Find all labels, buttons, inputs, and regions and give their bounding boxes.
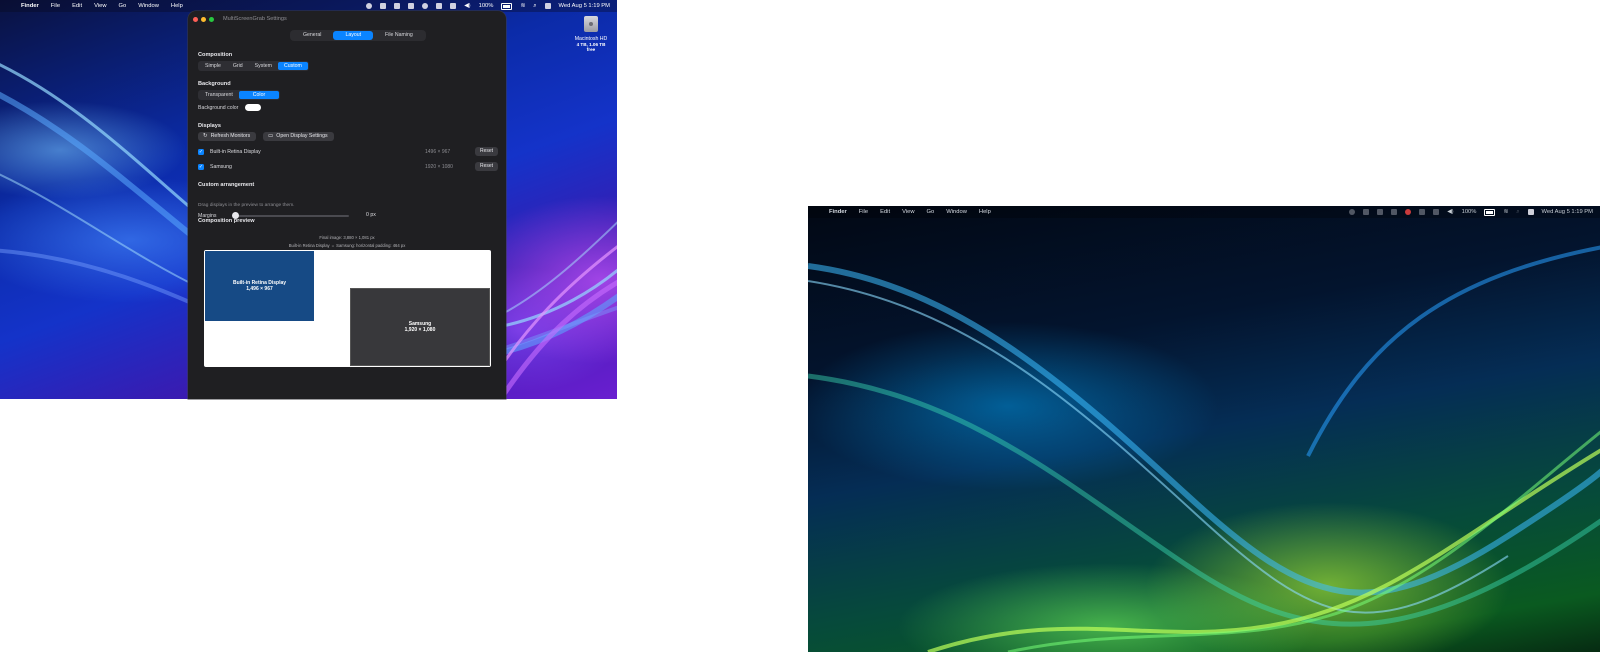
composition-simple[interactable]: Simple xyxy=(199,62,227,70)
settings-window: MultiScreenGrab Settings General Layout … xyxy=(188,11,506,399)
control-center-icon[interactable] xyxy=(1527,209,1534,215)
desktop-right: Finder File Edit View Go Window Help ◀) … xyxy=(808,206,1600,652)
keyboard-icon[interactable] xyxy=(450,3,457,9)
refresh-icon: ↻ xyxy=(203,133,208,139)
status-area-right: ◀) 100% ≋ ⌕ Wed Aug 5 1:19 PM xyxy=(1349,206,1593,218)
refresh-monitors-label: Refresh Monitors xyxy=(210,133,251,139)
menu-go[interactable]: Go xyxy=(119,3,127,9)
background-color-label: Background color xyxy=(198,105,239,111)
menu-file[interactable]: File xyxy=(51,3,60,9)
display-settings-icon: ▭ xyxy=(268,133,274,139)
tab-file-naming[interactable]: File Naming xyxy=(373,31,425,40)
background-heading: Background xyxy=(198,81,231,87)
arrangement-hint: Drag displays in the preview to arrange … xyxy=(198,203,295,208)
settings-tabs: General Layout File Naming xyxy=(290,30,426,41)
display-checkbox[interactable]: ✓ xyxy=(198,164,204,170)
record-icon[interactable] xyxy=(366,3,373,9)
preview-monitor-size: 1,496 × 967 xyxy=(246,286,273,292)
menu-clock[interactable]: Wed Aug 5 1:19 PM xyxy=(559,3,610,9)
drive-free-space: 4 TB, 1.06 TB free xyxy=(576,42,606,52)
display-checkbox[interactable]: ✓ xyxy=(198,149,204,155)
battery-percent: 100% xyxy=(478,3,494,9)
background-color[interactable]: Color xyxy=(238,91,280,99)
menu-window[interactable]: Window xyxy=(946,209,967,215)
minimize-window-button[interactable] xyxy=(201,17,206,22)
menu-window[interactable]: Window xyxy=(138,3,159,9)
volume-icon[interactable]: ◀) xyxy=(464,3,470,9)
record-icon[interactable] xyxy=(1349,209,1356,215)
display-row: ✓ Samsung 1920 × 1080 Reset xyxy=(198,162,499,173)
contacts-icon[interactable] xyxy=(1419,209,1426,215)
margins-value: 0 px xyxy=(366,212,376,218)
window-title: MultiScreenGrab Settings xyxy=(223,16,287,22)
macintosh-hd-desktop-icon[interactable]: Macintosh HD 4 TB, 1.06 TB free xyxy=(574,16,608,52)
menu-view[interactable]: View xyxy=(902,209,914,215)
composition-preview-canvas[interactable]: Built-in Retina Display 1,496 × 967 Sams… xyxy=(204,250,491,367)
background-segmented-control: Transparent Color xyxy=(198,90,281,100)
menu-go[interactable]: Go xyxy=(927,209,935,215)
menu-bar-right: Finder File Edit View Go Window Help ◀) … xyxy=(808,206,1600,218)
preview-monitor-size: 1,920 × 1,080 xyxy=(404,327,436,333)
tab-general[interactable]: General xyxy=(291,31,333,40)
final-image-size: Final image: 3,880 × 1,081 px xyxy=(319,235,375,240)
menu-clock[interactable]: Wed Aug 5 1:19 PM xyxy=(1542,209,1593,215)
menu-edit[interactable]: Edit xyxy=(72,3,82,9)
creative-cloud-icon[interactable] xyxy=(1405,209,1412,215)
menu-help[interactable]: Help xyxy=(171,3,183,9)
contacts-icon[interactable] xyxy=(436,3,443,9)
background-color-well[interactable] xyxy=(245,104,261,111)
close-window-button[interactable] xyxy=(193,17,198,22)
tab-layout[interactable]: Layout xyxy=(333,31,374,40)
composition-custom[interactable]: Custom xyxy=(277,62,308,70)
creative-cloud-icon[interactable] xyxy=(422,3,429,9)
displays-heading: Displays xyxy=(198,123,222,129)
open-display-settings-button[interactable]: ▭ Open Display Settings xyxy=(263,132,334,141)
preview-monitor-samsung[interactable]: Samsung 1,920 × 1,080 xyxy=(350,288,490,366)
custom-arrangement-heading: Custom arrangement xyxy=(198,182,255,188)
composition-grid[interactable]: Grid xyxy=(227,62,249,70)
battery-icon[interactable] xyxy=(1484,208,1496,216)
menu-help[interactable]: Help xyxy=(979,209,991,215)
display-resolution: 1920 × 1080 xyxy=(425,164,453,170)
spotlight-search-icon[interactable]: ⌕ xyxy=(1516,209,1519,216)
font-icon[interactable] xyxy=(394,3,401,9)
composition-preview-heading: Composition preview xyxy=(198,218,255,224)
wallpaper-waves-right xyxy=(808,245,1600,652)
menu-app-name[interactable]: Finder xyxy=(829,209,847,215)
display-row: ✓ Built-in Retina Display 1496 × 967 Res… xyxy=(198,147,499,158)
open-display-settings-label: Open Display Settings xyxy=(276,133,328,139)
background-transparent[interactable]: Transparent xyxy=(199,91,239,99)
display-reset-button[interactable]: Reset xyxy=(475,162,499,171)
keyboard-icon[interactable] xyxy=(1433,209,1440,215)
display-resolution: 1496 × 967 xyxy=(425,149,451,155)
battery-icon[interactable] xyxy=(501,2,513,10)
display-name: Built-in Retina Display xyxy=(210,149,261,155)
hard-drive-icon xyxy=(584,16,598,32)
preview-monitor-builtin[interactable]: Built-in Retina Display 1,496 × 967 xyxy=(205,251,314,321)
usb-icon[interactable] xyxy=(1391,209,1398,215)
spotlight-search-icon[interactable]: ⌕ xyxy=(533,3,536,10)
menu-edit[interactable]: Edit xyxy=(880,209,890,215)
volume-icon[interactable]: ◀) xyxy=(1447,209,1453,215)
wifi-icon[interactable]: ≋ xyxy=(1503,209,1508,215)
display-reset-button[interactable]: Reset xyxy=(475,147,499,156)
composition-system[interactable]: System xyxy=(249,62,278,70)
wifi-icon[interactable]: ≋ xyxy=(520,3,525,9)
menu-app-name[interactable]: Finder xyxy=(21,3,39,9)
margins-slider[interactable] xyxy=(235,215,349,217)
cloud-icon[interactable] xyxy=(1363,209,1370,215)
battery-percent: 100% xyxy=(1461,209,1477,215)
composition-segmented-control: Simple Grid System Custom xyxy=(198,61,309,71)
cloud-icon[interactable] xyxy=(380,3,387,9)
display-name: Samsung xyxy=(210,164,232,170)
refresh-monitors-button[interactable]: ↻ Refresh Monitors xyxy=(198,132,257,141)
font-icon[interactable] xyxy=(1377,209,1384,215)
composition-heading: Composition xyxy=(198,52,233,58)
padding-note: Built-in Retina Display ⇔ Samsung: horiz… xyxy=(288,243,406,248)
usb-icon[interactable] xyxy=(408,3,415,9)
menu-view[interactable]: View xyxy=(94,3,106,9)
menu-file[interactable]: File xyxy=(859,209,868,215)
zoom-window-button[interactable] xyxy=(209,17,214,22)
control-center-icon[interactable] xyxy=(544,3,551,9)
